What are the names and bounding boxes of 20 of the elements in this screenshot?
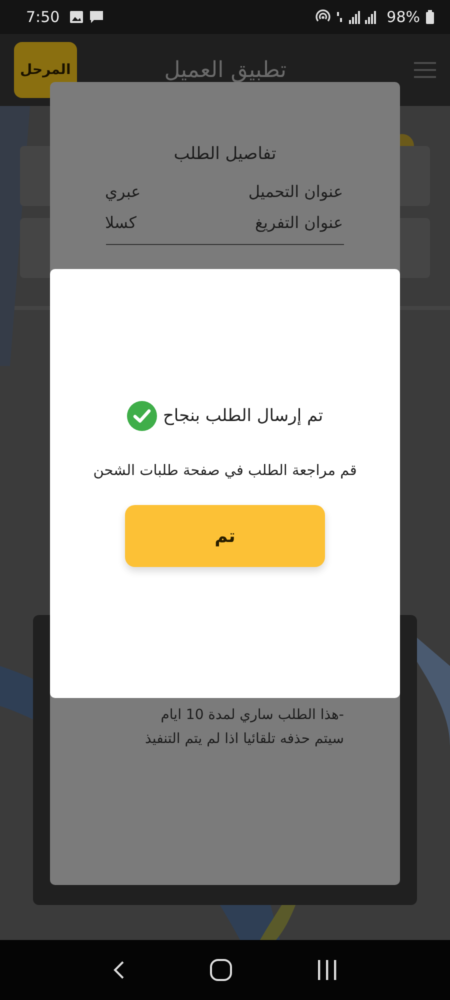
success-title: تم إرسال الطلب بنجاح xyxy=(162,406,324,426)
status-time: 7:50 xyxy=(26,8,60,26)
back-icon[interactable] xyxy=(112,960,125,980)
recents-icon[interactable] xyxy=(317,960,338,980)
success-message: قم مراجعة الطلب في صفحة طلبات الشحن xyxy=(93,463,357,479)
app-title: تطبيق العميل xyxy=(163,58,288,82)
image-icon xyxy=(70,11,83,23)
check-icon xyxy=(126,401,157,431)
field-value: كسلا xyxy=(105,213,136,232)
message-icon xyxy=(88,10,104,24)
note-text: سيتم حذفه تلقائيا اذا لم يتم التنفيذ xyxy=(144,731,344,747)
done-button[interactable]: تم xyxy=(125,505,325,567)
field-label: عنوان التحميل xyxy=(248,182,343,201)
battery-level: 98% xyxy=(386,8,420,26)
battery-icon xyxy=(426,10,434,24)
field-label: عنوان التفريغ xyxy=(255,213,343,232)
dialog-title: تفاصيل الطلب xyxy=(174,144,276,164)
home-icon[interactable] xyxy=(210,959,232,981)
note-text: -هذا الطلب ساري لمدة 10 ايام xyxy=(160,707,344,723)
field-value: عبري xyxy=(105,182,141,201)
